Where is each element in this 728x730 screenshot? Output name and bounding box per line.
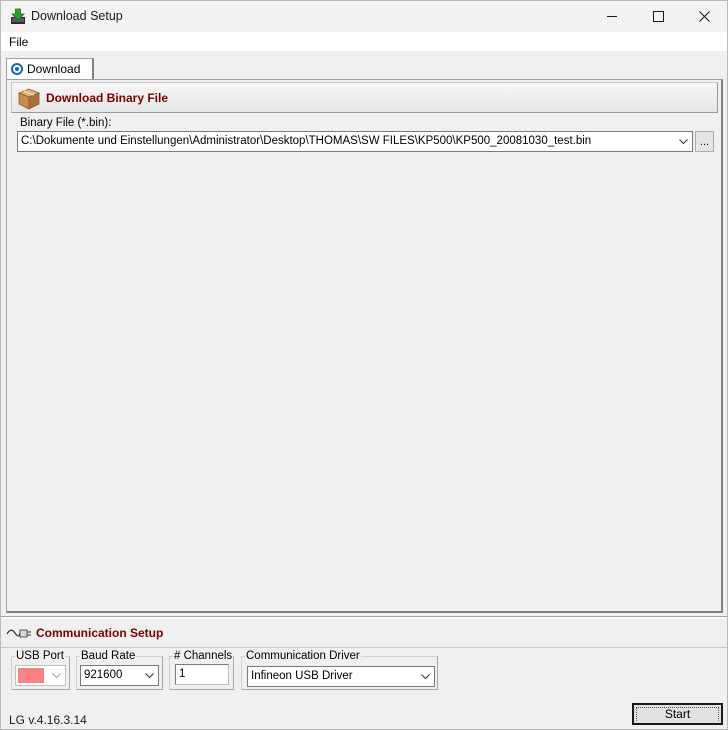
usb-port-label: USB Port	[15, 650, 65, 662]
baud-rate-value: 921600	[84, 669, 123, 681]
communication-driver-group: Communication Driver Infineon USB Driver	[241, 650, 438, 690]
menu-bar: File	[1, 32, 727, 51]
chevron-down-icon[interactable]	[48, 666, 65, 685]
maximize-icon	[652, 11, 664, 22]
baud-rate-select[interactable]: 921600	[80, 665, 159, 686]
communication-section-title: Communication Setup	[36, 626, 164, 640]
channels-value: 1	[179, 668, 186, 680]
menu-file[interactable]: File	[9, 35, 28, 49]
binary-file-label: Binary File (*.bin):	[20, 117, 112, 129]
download-section-header: Download Binary File	[11, 82, 718, 113]
version-label: LG v.4.16.3.14	[9, 713, 87, 727]
channels-label: # Channels	[173, 650, 234, 662]
focus-rectangle	[636, 707, 719, 721]
package-box-icon	[17, 88, 41, 110]
close-icon	[698, 11, 710, 22]
baud-rate-label: Baud Rate	[80, 650, 137, 662]
tab-download[interactable]: Download	[6, 58, 94, 80]
title-bar[interactable]: Download Setup	[1, 1, 727, 32]
download-setup-window: Download Setup File Download Download Bi…	[0, 0, 728, 730]
chevron-down-icon[interactable]	[141, 666, 158, 685]
communication-driver-select[interactable]: Infineon USB Driver	[247, 666, 435, 687]
communication-driver-value: Infineon USB Driver	[251, 670, 353, 682]
maximize-button[interactable]	[635, 1, 681, 32]
window-title: Download Setup	[31, 9, 123, 23]
cable-plug-icon	[6, 629, 31, 638]
communication-section-header: Communication Setup	[1, 618, 727, 648]
start-button[interactable]: Start	[632, 703, 723, 725]
usb-port-select[interactable]: 1	[15, 665, 66, 686]
browse-button-label: ...	[699, 136, 710, 148]
tab-radio-icon	[11, 63, 23, 75]
chevron-down-icon[interactable]	[417, 667, 434, 686]
chevron-down-icon[interactable]	[675, 132, 692, 151]
minimize-icon	[606, 16, 617, 17]
browse-button[interactable]: ...	[695, 131, 714, 152]
close-button[interactable]	[681, 1, 727, 32]
tab-download-label: Download	[27, 62, 81, 76]
binary-file-path: C:\Dokumente und Einstellungen\Administr…	[21, 135, 592, 147]
usb-port-group: USB Port 1	[11, 650, 70, 690]
channels-group: # Channels 1	[169, 650, 234, 690]
app-download-icon	[11, 8, 25, 24]
binary-file-select[interactable]: C:\Dokumente und Einstellungen\Administr…	[17, 131, 693, 152]
communication-driver-label: Communication Driver	[245, 650, 361, 662]
download-tab-panel: Download Binary File Binary File (*.bin)…	[6, 79, 723, 613]
baud-rate-group: Baud Rate 921600	[76, 650, 163, 690]
channels-input[interactable]: 1	[175, 664, 229, 685]
minimize-button[interactable]	[589, 1, 635, 32]
usb-port-value: 1	[19, 669, 26, 681]
download-section-title: Download Binary File	[46, 91, 169, 105]
